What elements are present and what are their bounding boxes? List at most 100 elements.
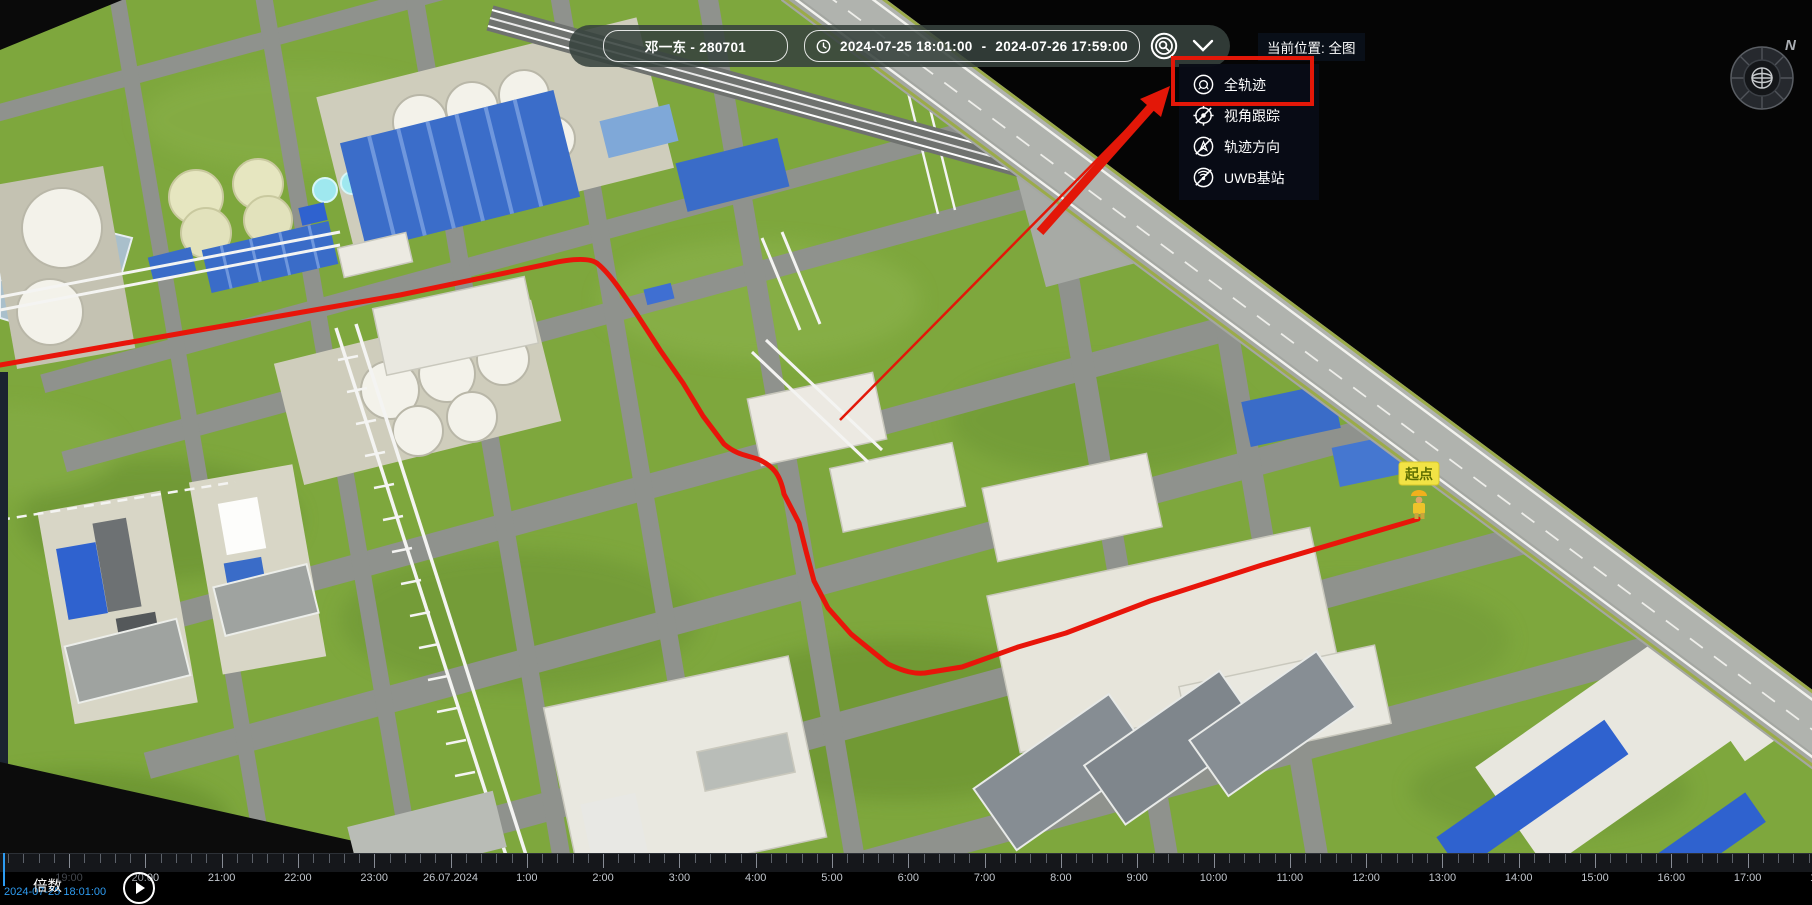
play-button[interactable] bbox=[123, 872, 155, 904]
timeline-minor-tick bbox=[618, 854, 619, 863]
layer-menu-toggle[interactable] bbox=[1191, 39, 1215, 53]
timeline-minor-tick bbox=[1488, 854, 1489, 863]
timeline-hour-label: 16:00 bbox=[1658, 872, 1686, 884]
timeline-minor-tick bbox=[39, 854, 40, 863]
timeline-minor-tick bbox=[924, 854, 925, 863]
timeline-minor-tick bbox=[1427, 854, 1428, 863]
timeline-hour-label: 4:00 bbox=[745, 872, 766, 884]
start-marker-text: 起点 bbox=[1404, 466, 1433, 482]
timeline-minor-tick bbox=[1626, 854, 1627, 863]
uwb-stations-icon bbox=[1192, 166, 1215, 189]
timeline-minor-tick bbox=[1778, 854, 1779, 863]
timeline-minor-tick bbox=[481, 854, 482, 863]
timeline-major-tick bbox=[1595, 854, 1596, 868]
timeline-minor-tick bbox=[1107, 854, 1108, 863]
timeline-minor-tick bbox=[1580, 854, 1581, 863]
left-edge-strip bbox=[0, 372, 8, 767]
timeline-hour-label: 17:00 bbox=[1734, 872, 1762, 884]
map-3d-scene[interactable]: 起点 bbox=[0, 0, 1812, 905]
timeline-hour-label: 11:00 bbox=[1276, 872, 1303, 884]
timeline-hour-label: 26.07.2024 bbox=[423, 872, 478, 884]
timeline-hour-label: 15:00 bbox=[1581, 872, 1609, 884]
full-trajectory-icon bbox=[1192, 73, 1215, 96]
timeline-major-tick bbox=[222, 854, 223, 868]
playback-timeline[interactable]: 19:0020:0021:0022:0023:0026.07.20241:002… bbox=[0, 853, 1812, 905]
timeline-major-tick bbox=[374, 854, 375, 868]
timeline-playhead[interactable] bbox=[3, 853, 5, 886]
menu-item-uwb-stations[interactable]: UWB基站 bbox=[1179, 162, 1319, 193]
timeline-major-tick bbox=[1290, 854, 1291, 868]
trajectory-direction-icon bbox=[1192, 135, 1215, 158]
timeline-minor-tick bbox=[1687, 854, 1688, 863]
timeline-minor-tick bbox=[695, 854, 696, 863]
timeline-minor-tick bbox=[1229, 854, 1230, 863]
trajectory-playback-screen: { "toolbar": { "person": "邓一东 - 280701",… bbox=[0, 0, 1812, 905]
play-icon bbox=[136, 882, 145, 894]
timeline-minor-tick bbox=[1534, 854, 1535, 863]
timeline-minor-tick bbox=[54, 854, 55, 863]
playback-toolbar: 邓一东 - 280701 2024-07-25 18:01:00 - 2024-… bbox=[569, 25, 1230, 67]
timeline-major-tick bbox=[832, 854, 833, 868]
menu-item-view-tracking[interactable]: 视角跟踪 bbox=[1179, 100, 1319, 131]
timeline-minor-tick bbox=[542, 854, 543, 863]
timeline-major-tick bbox=[1137, 854, 1138, 868]
timeline-major-tick bbox=[1519, 854, 1520, 868]
timeline-minor-tick bbox=[786, 854, 787, 863]
timeline-hour-label: 13:00 bbox=[1429, 872, 1457, 884]
date-start-value: 2024-07-25 18:01:00 bbox=[840, 39, 973, 54]
timeline-minor-tick bbox=[1412, 854, 1413, 863]
timeline-minor-tick bbox=[1458, 854, 1459, 863]
timeline-minor-tick bbox=[130, 854, 131, 863]
timeline-minor-tick bbox=[741, 854, 742, 863]
timeline-minor-tick bbox=[771, 854, 772, 863]
date-end-value: 2024-07-26 17:59:00 bbox=[995, 39, 1128, 54]
timeline-major-tick bbox=[1214, 854, 1215, 868]
timeline-minor-tick bbox=[1381, 854, 1382, 863]
timeline-minor-tick bbox=[1504, 854, 1505, 863]
timeline-minor-tick bbox=[313, 854, 314, 863]
timeline-minor-tick bbox=[1732, 854, 1733, 863]
timeline-minor-tick bbox=[1641, 854, 1642, 863]
menu-item-full-trajectory[interactable]: 全轨迹 bbox=[1179, 69, 1319, 100]
compass-widget[interactable]: N bbox=[1722, 32, 1806, 117]
timeline-minor-tick bbox=[1565, 854, 1566, 863]
compass-north-label: N bbox=[1785, 37, 1797, 54]
timeline-minor-tick bbox=[939, 854, 940, 863]
timeline-minor-tick bbox=[267, 854, 268, 863]
timeline-minor-tick bbox=[893, 854, 894, 863]
timeline-minor-tick bbox=[710, 854, 711, 863]
timeline-minor-tick bbox=[1717, 854, 1718, 863]
person-selector[interactable]: 邓一东 - 280701 bbox=[603, 30, 788, 62]
timeline-minor-tick bbox=[573, 854, 574, 863]
timeline-minor-tick bbox=[863, 854, 864, 863]
timeline-minor-tick bbox=[1793, 854, 1794, 863]
date-range-picker[interactable]: 2024-07-25 18:01:00 - 2024-07-26 17:59:0… bbox=[804, 30, 1140, 62]
timeline-minor-tick bbox=[649, 854, 650, 863]
timeline-tick-bar[interactable] bbox=[0, 853, 1812, 872]
timeline-major-tick bbox=[527, 854, 528, 868]
timeline-minor-tick bbox=[802, 854, 803, 863]
timeline-hour-label: 22:00 bbox=[284, 872, 312, 884]
locate-button[interactable] bbox=[1149, 31, 1179, 61]
timeline-minor-tick bbox=[1092, 854, 1093, 863]
timeline-minor-tick bbox=[84, 854, 85, 863]
compass-globe-icon bbox=[1752, 68, 1772, 88]
menu-item-trajectory-direction[interactable]: 轨迹方向 bbox=[1179, 131, 1319, 162]
timeline-hour-label: 7:00 bbox=[974, 872, 995, 884]
timeline-minor-tick bbox=[344, 854, 345, 863]
timeline-minor-tick bbox=[405, 854, 406, 863]
timeline-minor-tick bbox=[359, 854, 360, 863]
timeline-minor-tick bbox=[191, 854, 192, 863]
timeline-minor-tick bbox=[100, 854, 101, 863]
timeline-minor-tick bbox=[1122, 854, 1123, 863]
timeline-hour-label: 5:00 bbox=[821, 872, 842, 884]
timeline-minor-tick bbox=[1183, 854, 1184, 863]
timeline-minor-tick bbox=[1473, 854, 1474, 863]
menu-item-label: 轨迹方向 bbox=[1224, 137, 1280, 157]
timeline-major-tick bbox=[1748, 854, 1749, 868]
timeline-major-tick bbox=[1442, 854, 1443, 868]
chevron-down-icon bbox=[1191, 39, 1215, 53]
timeline-hour-label: 12:00 bbox=[1352, 872, 1380, 884]
timeline-minor-tick bbox=[115, 854, 116, 863]
timeline-minor-tick bbox=[283, 854, 284, 863]
